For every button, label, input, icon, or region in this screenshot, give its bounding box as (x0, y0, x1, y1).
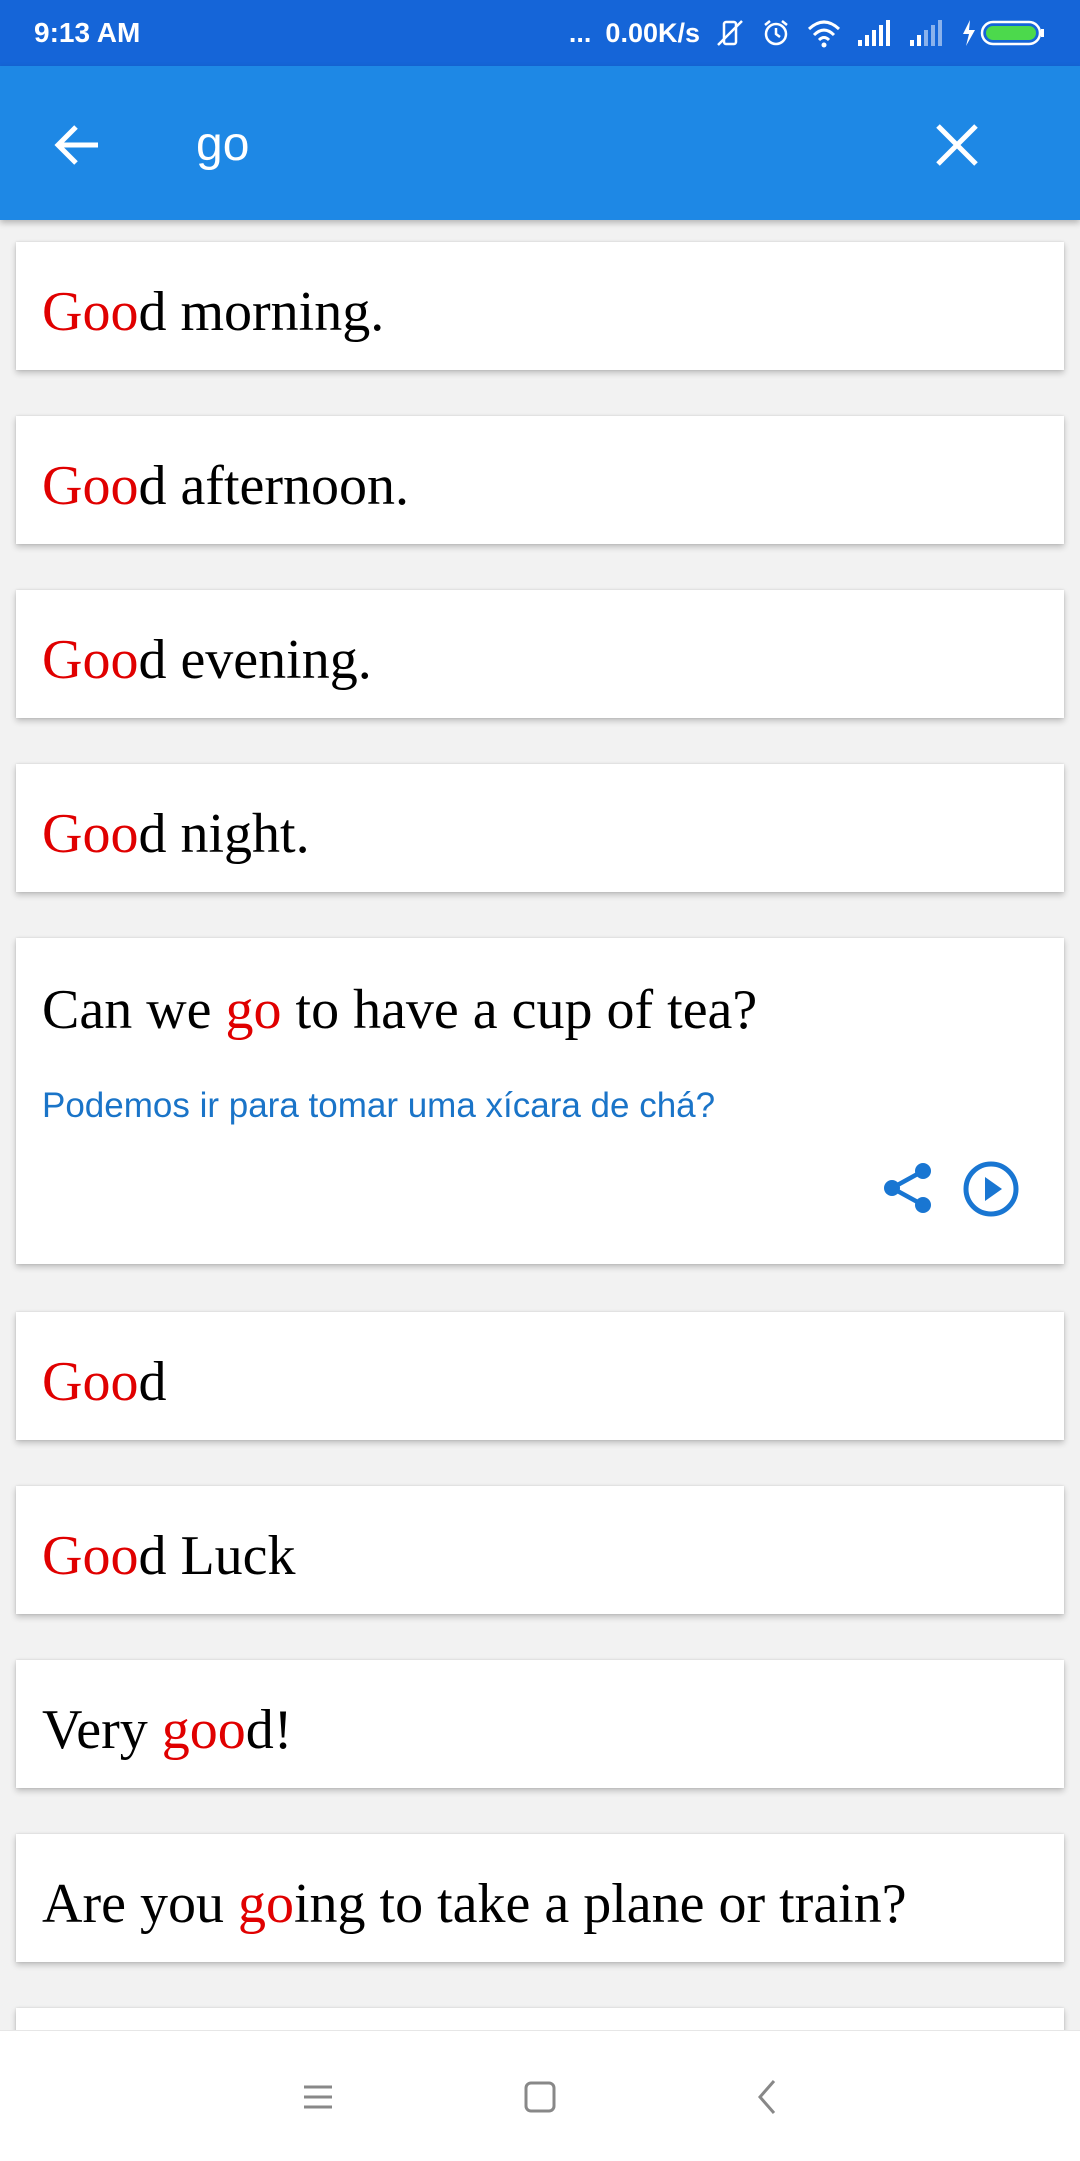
search-input[interactable] (196, 104, 876, 184)
play-circle-icon[interactable] (962, 1160, 1020, 1218)
result-phrase: Good Luck (42, 1525, 296, 1587)
result-card[interactable]: Good (16, 1312, 1064, 1440)
network-speed: 0.00K/s (605, 17, 700, 48)
home-square-icon[interactable] (516, 2073, 564, 2121)
alarm-icon (764, 20, 788, 46)
results-list: Good morning. Good afternoon. Good eveni… (0, 220, 1080, 2030)
result-card-expanded[interactable]: Can we go to have a cup of tea? Podemos … (16, 938, 1064, 1264)
result-phrase: Good evening. (42, 629, 372, 691)
back-arrow-icon[interactable] (50, 118, 104, 172)
search-match: go (237, 1873, 294, 1935)
search-match: Goo (42, 803, 139, 865)
status-time: 9:13 AM (34, 17, 141, 48)
translation-text: Podemos ir para tomar uma xícara de chá? (42, 1086, 716, 1125)
result-card[interactable]: Are you going to take a plane or train? (16, 1834, 1064, 1962)
result-phrase: Are you going to take a plane or train? (42, 1873, 907, 1935)
vibrate-off-icon (717, 20, 743, 46)
close-icon[interactable] (930, 118, 984, 172)
result-card[interactable]: Very good! (16, 1660, 1064, 1788)
result-phrase: Very good! (42, 1699, 293, 1761)
search-match: Goo (42, 455, 139, 517)
search-match: Goo (42, 1351, 139, 1413)
search-match: Goo (42, 281, 139, 343)
result-phrase: Good (42, 1351, 167, 1413)
status-bar: 9:13 AM ... 0.00K/s (0, 0, 1080, 66)
result-phrase: Good afternoon. (42, 455, 410, 517)
result-phrase: Can we go to have a cup of tea? (42, 979, 758, 1041)
search-match: Goo (42, 1525, 139, 1587)
notification-dots: ... (568, 17, 592, 48)
card-actions (880, 1160, 1020, 1218)
search-app-bar (0, 66, 1080, 220)
search-match: Goo (42, 629, 139, 691)
status-icons: ... 0.00K/s (569, 17, 1046, 49)
wifi-icon (807, 20, 841, 48)
search-match: go (225, 979, 282, 1041)
result-card[interactable]: Good afternoon. (16, 416, 1064, 544)
result-card-partial[interactable] (16, 2008, 1064, 2030)
signal-icon-2 (910, 20, 942, 46)
system-nav-bar (0, 2030, 1080, 2161)
search-match: goo (161, 1699, 246, 1761)
share-icon[interactable] (880, 1160, 936, 1216)
result-phrase: Good morning. (42, 281, 385, 343)
chevron-left-icon[interactable] (744, 2073, 792, 2121)
result-card[interactable]: Good morning. (16, 242, 1064, 370)
signal-icon (858, 20, 890, 46)
result-card[interactable]: Good night. (16, 764, 1064, 892)
result-card[interactable]: Good evening. (16, 590, 1064, 718)
battery-charging-icon (963, 20, 1044, 46)
result-card[interactable]: Good Luck (16, 1486, 1064, 1614)
menu-icon[interactable] (294, 2073, 342, 2121)
result-phrase: Good night. (42, 803, 310, 865)
